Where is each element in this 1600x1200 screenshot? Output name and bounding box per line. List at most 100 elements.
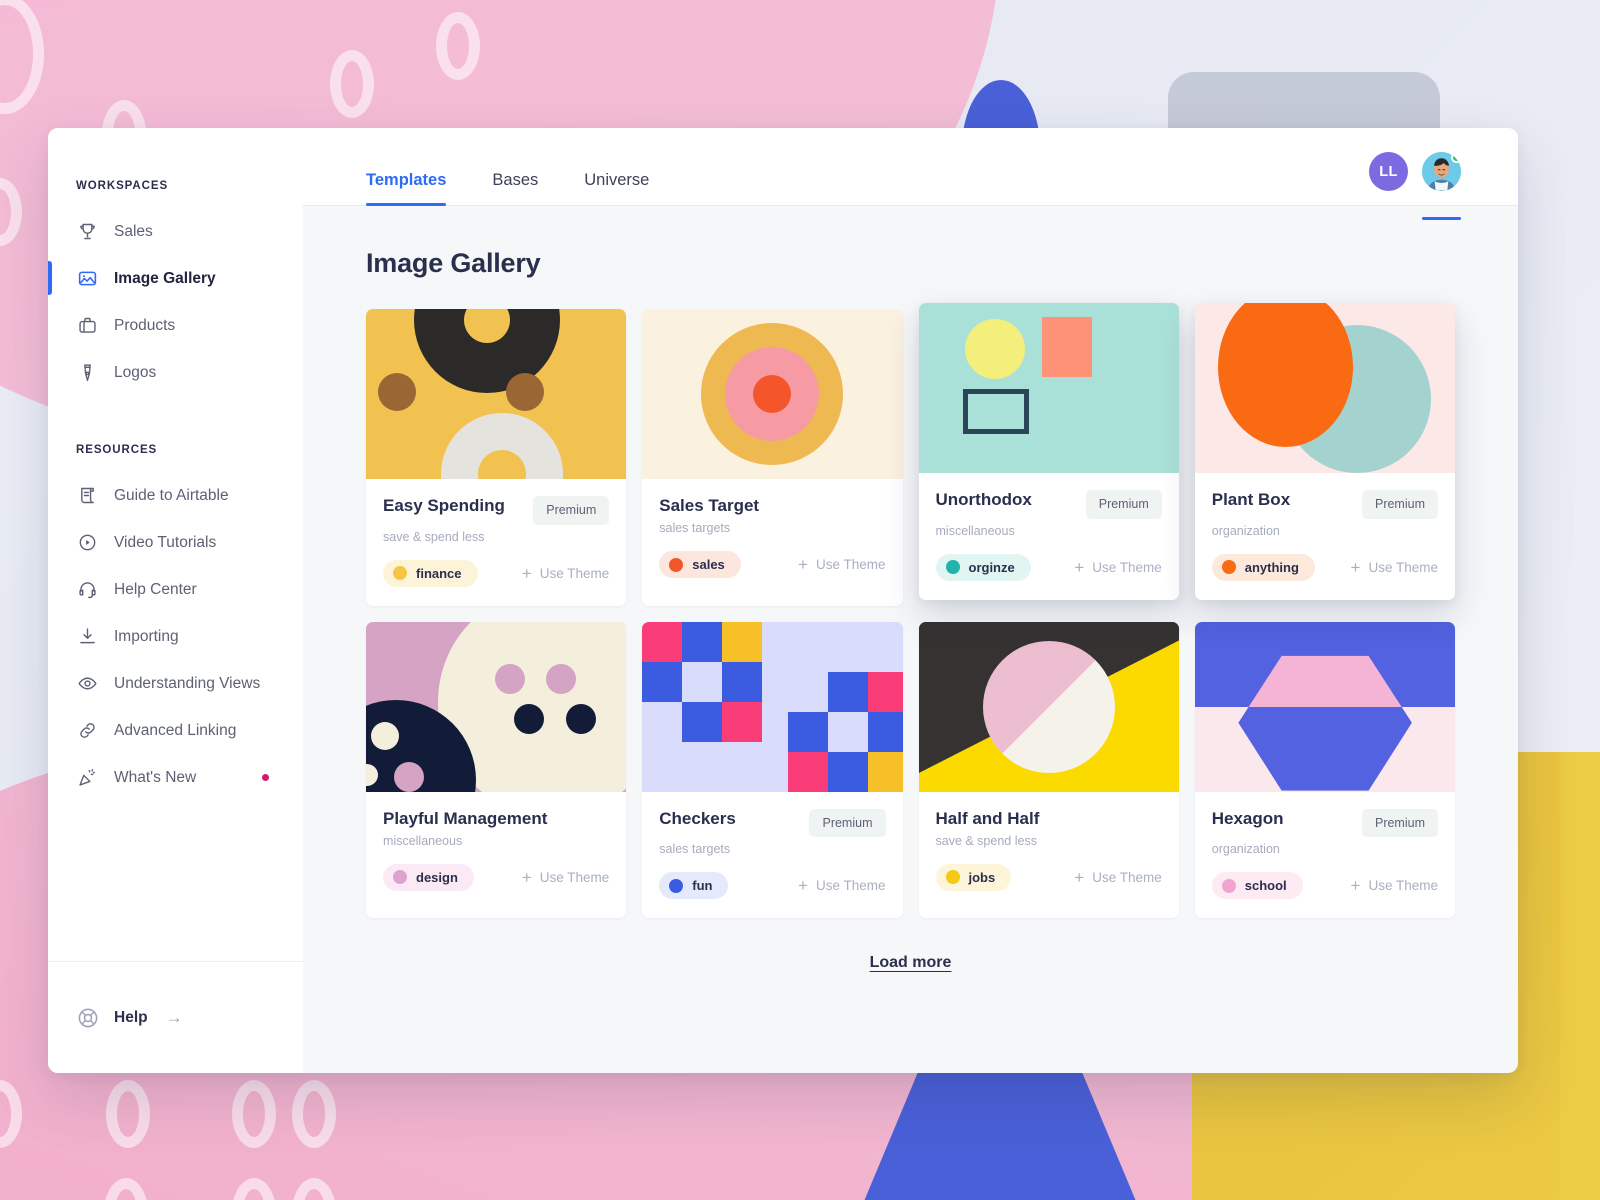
sidebar-item-sales[interactable]: Sales: [48, 208, 303, 255]
card-footer: jobs + Use Theme: [935, 863, 1162, 891]
background-ring: [106, 1080, 150, 1148]
card-subtitle: save & spend less: [935, 833, 1037, 848]
use-theme-button[interactable]: + Use Theme: [1351, 877, 1438, 894]
tag-label: orginze: [968, 559, 1015, 575]
card-footer: design + Use Theme: [383, 863, 609, 891]
page-title: Image Gallery: [366, 248, 541, 278]
sidebar-item-label: Guide to Airtable: [114, 486, 229, 504]
avatar-photo[interactable]: [1422, 152, 1461, 191]
sidebar-item-whats-new[interactable]: What's New: [48, 754, 303, 801]
template-card-unorthodox[interactable]: Unorthodox Premium miscellaneous orginze…: [918, 303, 1179, 600]
category-tag[interactable]: fun: [659, 872, 729, 899]
download-icon: [76, 626, 98, 648]
sidebar-item-label: Advanced Linking: [114, 721, 237, 739]
use-theme-label: Use Theme: [1368, 878, 1438, 893]
use-theme-button[interactable]: + Use Theme: [798, 877, 885, 894]
unorthodox-thumb: [918, 303, 1179, 473]
top-tabs: Templates Bases Universe: [303, 171, 649, 206]
premium-badge: Premium: [1085, 490, 1162, 519]
sidebar-item-products[interactable]: Products: [48, 302, 303, 349]
checkers-thumb: [642, 621, 903, 792]
card-title: Half and Half: [935, 808, 1040, 828]
category-tag[interactable]: anything: [1211, 553, 1315, 581]
background-ring: [292, 1080, 336, 1148]
sidebar-item-label: Image Gallery: [114, 269, 216, 287]
card-header: Playful Management: [383, 809, 609, 829]
category-tag[interactable]: orginze: [935, 553, 1031, 581]
template-card-hexagon[interactable]: Hexagon Premium organization school + Us…: [1194, 621, 1455, 919]
template-card-playful-management[interactable]: Playful Management miscellaneous design …: [366, 621, 627, 918]
card-header: Hexagon Premium: [1212, 808, 1438, 837]
main-area: Templates Bases Universe LL Image Galler…: [303, 128, 1518, 1073]
card-title: Plant Box: [1211, 490, 1291, 509]
sidebar-item-help-center[interactable]: Help Center: [48, 566, 303, 613]
sidebar-item-image-gallery[interactable]: Image Gallery: [48, 255, 303, 302]
sidebar-item-logos[interactable]: Logos: [48, 349, 303, 396]
category-tag[interactable]: school: [1211, 872, 1303, 899]
template-card-checkers[interactable]: Checkers Premium sales targets fun + Use…: [642, 621, 903, 918]
sidebar-item-guide-to-airtable[interactable]: Guide to Airtable: [48, 472, 303, 519]
use-theme-button[interactable]: + Use Theme: [1074, 869, 1161, 886]
category-tag[interactable]: finance: [383, 559, 478, 587]
card-header: Unorthodox Premium: [936, 490, 1162, 519]
hexagon-shape: [1238, 655, 1412, 791]
sidebar: WORKSPACES Sales Image Gallery Products …: [48, 128, 303, 1073]
tag-label: jobs: [968, 869, 996, 885]
card-title: Easy Spending: [383, 496, 505, 515]
use-theme-button[interactable]: + Use Theme: [798, 556, 885, 573]
tag-color-swatch: [945, 560, 960, 574]
premium-badge: Premium: [809, 808, 886, 837]
premium-badge: Premium: [533, 496, 610, 525]
avatar-group: LL: [1369, 152, 1518, 220]
card-body: Unorthodox Premium miscellaneous orginze…: [919, 473, 1179, 600]
image-icon: [76, 268, 98, 290]
plus-icon: +: [798, 555, 808, 575]
template-card-sales-target[interactable]: Sales Target sales targets sales + Use T…: [642, 309, 903, 606]
card-footer: anything + Use Theme: [1211, 553, 1438, 581]
sidebar-item-video-tutorials[interactable]: Video Tutorials: [48, 519, 303, 566]
tab-templates[interactable]: Templates: [366, 171, 447, 206]
use-theme-button[interactable]: + Use Theme: [1351, 559, 1438, 576]
sidebar-item-advanced-linking[interactable]: Advanced Linking: [48, 707, 303, 754]
card-body: Hexagon Premium organization school + Us…: [1195, 792, 1455, 919]
sidebar-item-label: Sales: [114, 222, 153, 240]
app-window: WORKSPACES Sales Image Gallery Products …: [48, 128, 1518, 1073]
use-theme-button[interactable]: + Use Theme: [1074, 559, 1161, 576]
template-card-easy-spending[interactable]: Easy Spending Premium save & spend less …: [366, 309, 627, 606]
card-subtitle: miscellaneous: [383, 833, 463, 848]
tab-bases[interactable]: Bases: [492, 171, 538, 205]
category-tag[interactable]: sales: [659, 551, 741, 579]
template-card-half-and-half[interactable]: Half and Half save & spend less jobs + U…: [918, 621, 1179, 918]
load-more-link[interactable]: Load more: [870, 954, 952, 972]
sidebar-item-label: Video Tutorials: [114, 533, 217, 551]
use-theme-button[interactable]: + Use Theme: [522, 565, 609, 582]
category-tag[interactable]: design: [383, 863, 474, 891]
card-subtitle: sales targets: [659, 842, 731, 856]
avatar-initials[interactable]: LL: [1369, 152, 1408, 191]
help-button[interactable]: Help →: [76, 1006, 183, 1030]
template-card-plant-box[interactable]: Plant Box Premium organization anything …: [1194, 303, 1455, 600]
active-avatar-underline: [1422, 217, 1461, 220]
content-area: Image Gallery Easy Spending Premium save…: [303, 206, 1518, 1073]
plus-icon: +: [798, 876, 808, 895]
plus-icon: +: [1074, 557, 1085, 577]
plus-icon: +: [521, 867, 532, 887]
tab-universe[interactable]: Universe: [584, 171, 649, 205]
scroll-icon: [76, 485, 98, 507]
notification-dot: [262, 774, 269, 781]
briefcase-icon: [76, 315, 98, 337]
use-theme-label: Use Theme: [1368, 559, 1438, 575]
sidebar-item-understanding-views[interactable]: Understanding Views: [48, 660, 303, 707]
sidebar-item-label: Help Center: [114, 580, 197, 598]
category-tag[interactable]: jobs: [935, 863, 1012, 891]
use-theme-button[interactable]: + Use Theme: [522, 869, 609, 886]
use-theme-label: Use Theme: [539, 565, 610, 581]
use-theme-label: Use Theme: [1092, 869, 1162, 885]
card-body: Easy Spending Premium save & spend less …: [366, 479, 626, 606]
sidebar-item-importing[interactable]: Importing: [48, 613, 303, 660]
tag-label: fun: [692, 878, 713, 893]
half-and-half-thumb: [918, 621, 1179, 792]
sidebar-section-heading-resources: RESOURCES: [76, 444, 158, 456]
card-subtitle: save & spend less: [383, 529, 485, 544]
sidebar-footer: Help →: [48, 961, 303, 1073]
